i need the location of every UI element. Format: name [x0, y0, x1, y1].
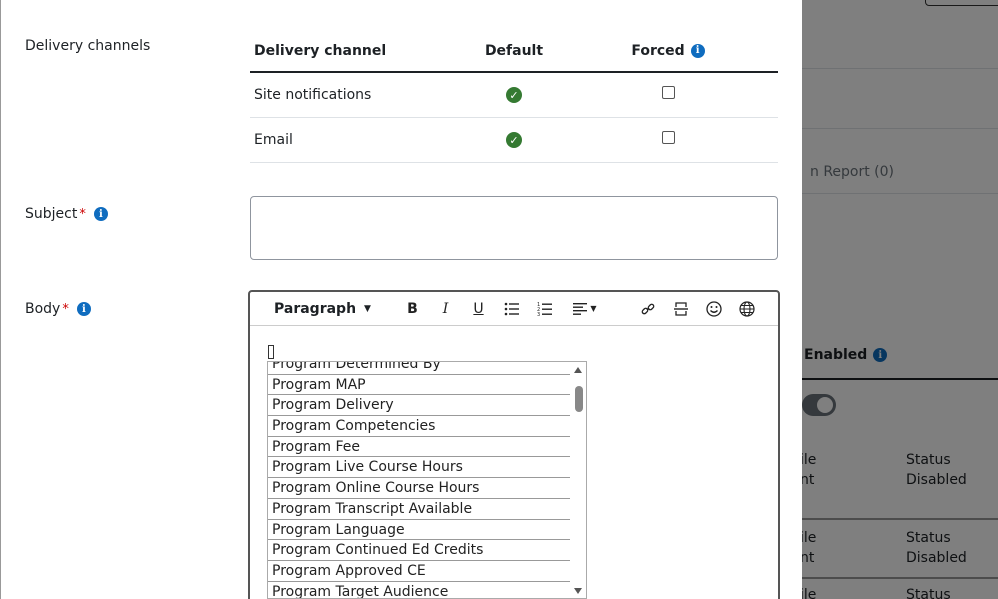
numbered-list-button[interactable]: 123: [528, 297, 561, 321]
info-icon[interactable]: i: [76, 302, 91, 316]
numbered-list-icon: 123: [537, 302, 552, 317]
language-button[interactable]: [730, 297, 763, 321]
forced-checkbox[interactable]: [661, 130, 675, 144]
subject-input[interactable]: [250, 196, 778, 260]
list-item[interactable]: Program Target Audience: [268, 582, 572, 598]
placeholder-list: Program Determined By Program MAP Progra…: [268, 362, 572, 598]
align-dropdown[interactable]: ▼: [565, 297, 605, 321]
required-mark: *: [62, 301, 69, 317]
check-circle-icon: ✓: [506, 132, 522, 148]
header-delivery-channel: Delivery channel: [254, 42, 387, 59]
globe-icon: [738, 300, 755, 317]
link-button[interactable]: [631, 297, 664, 321]
list-item[interactable]: Program Transcript Available: [268, 499, 572, 520]
forced-cell: [558, 85, 778, 99]
subject-text: Subject: [25, 206, 78, 222]
notification-edit-modal: Delivery channels Delivery channel Defau…: [0, 0, 802, 599]
default-cell: ✓: [470, 87, 558, 103]
table-row: Site notifications ✓: [250, 73, 778, 118]
table-header: Delivery channel Default Forced i: [250, 30, 778, 73]
info-icon[interactable]: i: [690, 43, 705, 58]
list-item[interactable]: Program Language: [268, 520, 572, 541]
forced-label: Forced: [631, 42, 685, 59]
placeholder-dropdown[interactable]: Program Determined By Program MAP Progra…: [267, 361, 587, 599]
subject-label: Subject * i: [25, 206, 108, 222]
dropdown-scrollbar[interactable]: [570, 362, 586, 598]
caret-down-icon: ▼: [364, 303, 371, 314]
delivery-channels-table: Delivery channel Default Forced i Site n…: [250, 30, 778, 163]
forced-checkbox[interactable]: [661, 85, 675, 99]
link-icon: [641, 303, 654, 314]
info-icon[interactable]: i: [93, 207, 108, 221]
underline-button[interactable]: U: [462, 297, 495, 321]
emoji-icon: [705, 300, 722, 317]
bullet-list-icon: [504, 302, 519, 315]
body-text: Body: [25, 301, 61, 317]
list-item[interactable]: Program Delivery: [268, 395, 572, 417]
list-item[interactable]: Program Determined By: [268, 362, 572, 375]
list-item[interactable]: Program Continued Ed Credits: [268, 540, 572, 561]
emoji-button[interactable]: [697, 297, 730, 321]
list-item[interactable]: Program Approved CE: [268, 561, 572, 582]
scroll-down-icon[interactable]: [574, 588, 582, 594]
caret-down-icon: ▼: [590, 304, 597, 313]
list-item[interactable]: Program Competencies: [268, 416, 572, 437]
page-break-button[interactable]: [664, 297, 697, 321]
svg-text:3: 3: [537, 312, 540, 317]
bullet-list-button[interactable]: [495, 297, 528, 321]
bold-button[interactable]: B: [396, 297, 429, 321]
scrollbar-thumb[interactable]: [575, 386, 583, 412]
block-format-label: Paragraph: [274, 300, 357, 317]
delivery-channels-text: Delivery channels: [25, 38, 151, 54]
list-item[interactable]: Program MAP: [268, 375, 572, 396]
list-item[interactable]: Program Online Course Hours: [268, 478, 572, 499]
page-break-icon: [673, 301, 688, 316]
list-item[interactable]: Program Fee: [268, 437, 572, 458]
scroll-up-icon[interactable]: [574, 367, 582, 373]
text-cursor: [268, 345, 274, 359]
align-left-icon: [573, 302, 588, 315]
channel-name: Email: [254, 132, 293, 148]
body-label: Body * i: [25, 301, 91, 317]
block-format-dropdown[interactable]: Paragraph ▼: [274, 301, 396, 317]
editor-toolbar: Paragraph ▼ B I U 123 ▼: [250, 292, 778, 326]
header-forced: Forced i: [558, 43, 778, 59]
required-mark: *: [79, 206, 86, 222]
header-default: Default: [484, 42, 544, 59]
delivery-channels-label: Delivery channels: [25, 38, 150, 54]
default-cell: ✓: [470, 132, 558, 148]
channel-name: Site notifications: [254, 87, 372, 103]
list-item[interactable]: Program Live Course Hours: [268, 457, 572, 479]
forced-cell: [558, 130, 778, 144]
check-circle-icon: ✓: [506, 87, 522, 103]
italic-button[interactable]: I: [429, 297, 462, 321]
table-row: Email ✓: [250, 118, 778, 163]
